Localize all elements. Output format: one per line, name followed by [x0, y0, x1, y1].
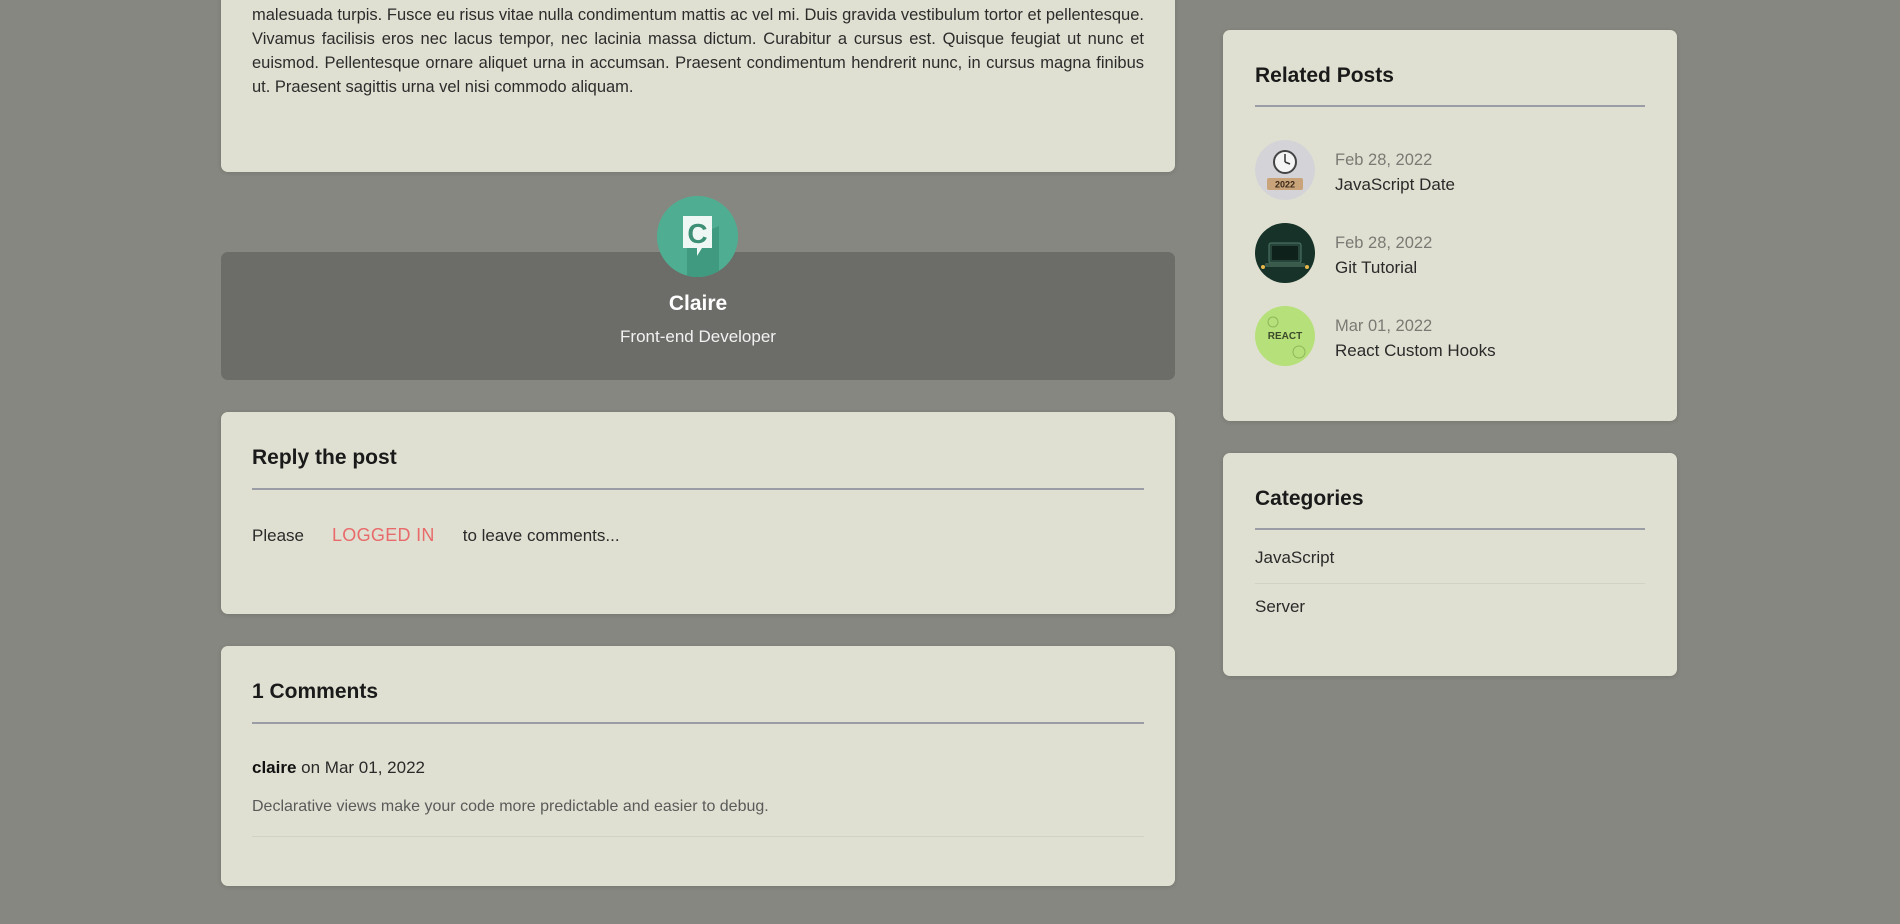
related-post-title[interactable]: JavaScript Date	[1335, 175, 1455, 195]
related-post-date: Feb 28, 2022	[1335, 151, 1433, 169]
clock-thumbnail-icon: 2022	[1255, 140, 1315, 200]
clock-thumbnail-text: 2022	[1275, 180, 1295, 190]
categories-card: Categories JavaScript Server	[1223, 453, 1677, 676]
author-avatar: C	[657, 196, 738, 277]
related-post-date: Feb 28, 2022	[1335, 234, 1433, 252]
reply-login-prompt: Please LOGGED IN to leave comments...	[252, 525, 620, 546]
login-link[interactable]: LOGGED IN	[332, 525, 435, 546]
article-body-text: odio, molestie sed dolor eget, euismod s…	[252, 6, 1144, 96]
related-posts-divider	[1255, 105, 1645, 107]
comment-author: claire	[252, 758, 297, 777]
comment-divider	[252, 836, 1144, 837]
related-post-title[interactable]: Git Tutorial	[1335, 258, 1417, 278]
related-post-thumbnail[interactable]	[1255, 223, 1315, 283]
categories-divider	[1255, 528, 1645, 530]
reply-card: Reply the post Please LOGGED IN to leave…	[221, 412, 1175, 614]
comment-body: Declarative views make your code more pr…	[252, 798, 769, 815]
react-thumbnail-text: REACT	[1268, 331, 1302, 342]
category-item-server[interactable]: Server	[1255, 597, 1305, 617]
related-post-thumbnail[interactable]: REACT	[1255, 306, 1315, 366]
categories-title: Categories	[1255, 487, 1364, 510]
comment-meta: claire on Mar 01, 2022	[252, 758, 425, 778]
related-post-date: Mar 01, 2022	[1335, 317, 1433, 335]
article-card: odio, molestie sed dolor eget, euismod s…	[221, 0, 1175, 172]
related-posts-title: Related Posts	[1255, 64, 1394, 87]
related-post-item[interactable]: 2022 Feb 28, 2022 JavaScript Date	[1255, 140, 1645, 200]
laptop-thumbnail-icon	[1255, 223, 1315, 283]
react-thumbnail-icon: REACT	[1255, 306, 1315, 366]
comments-card: 1 Comments claire on Mar 01, 2022 Declar…	[221, 646, 1175, 886]
author-name[interactable]: Claire	[221, 292, 1175, 316]
comments-title-divider	[252, 722, 1144, 724]
author-role: Front-end Developer	[620, 327, 776, 346]
related-post-item[interactable]: Feb 28, 2022 Git Tutorial	[1255, 223, 1645, 283]
related-posts-card: Related Posts 2022 Feb 28, 2022 JavaScri…	[1223, 30, 1677, 421]
category-item-javascript[interactable]: JavaScript	[1255, 548, 1334, 568]
related-post-title[interactable]: React Custom Hooks	[1335, 341, 1496, 361]
reply-prefix-text: Please	[252, 526, 304, 545]
comments-title: 1 Comments	[252, 680, 379, 703]
comment-date: on Mar 01, 2022	[301, 758, 425, 777]
related-post-item[interactable]: REACT Mar 01, 2022 React Custom Hooks	[1255, 306, 1645, 366]
author-avatar-logo-icon: C	[657, 196, 738, 277]
reply-suffix-text: to leave comments...	[462, 526, 620, 545]
reply-title-divider	[252, 488, 1144, 490]
related-post-thumbnail[interactable]: 2022	[1255, 140, 1315, 200]
author-avatar-letter: C	[687, 218, 707, 249]
reply-title: Reply the post	[252, 446, 397, 469]
category-item-divider	[1255, 583, 1645, 584]
